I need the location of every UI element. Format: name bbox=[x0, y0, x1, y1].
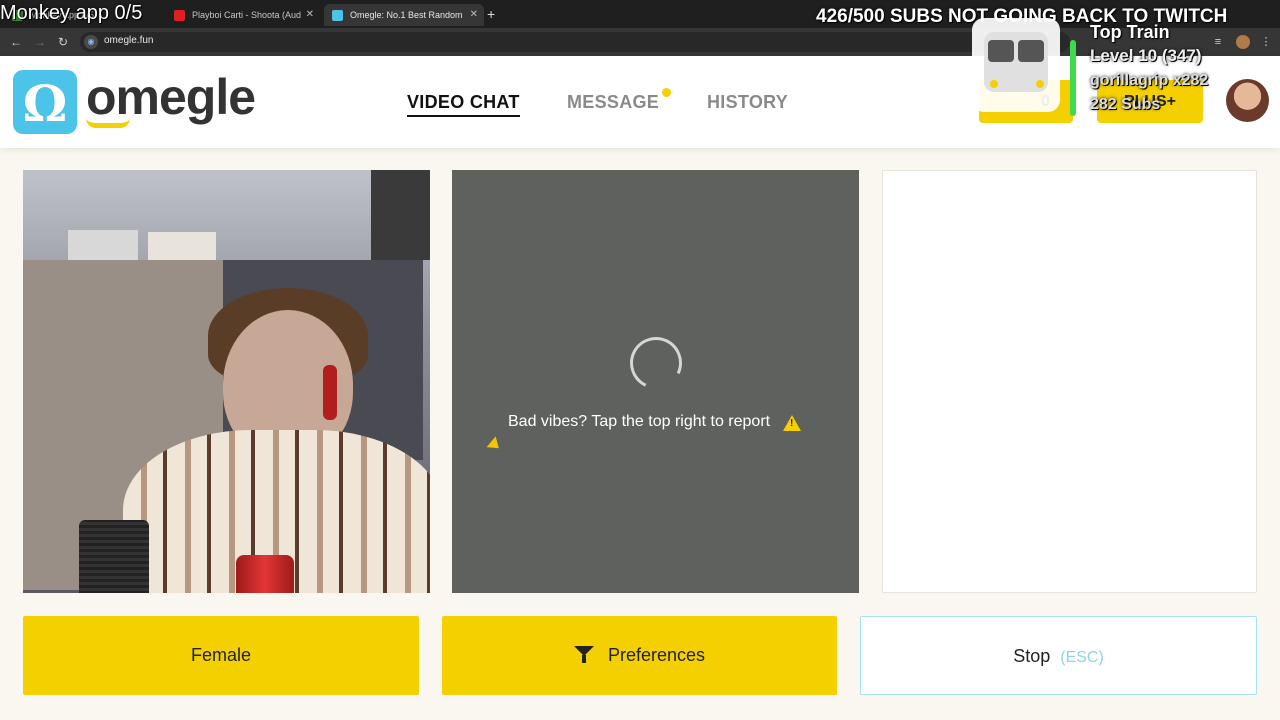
nav-history[interactable]: HISTORY bbox=[707, 92, 788, 113]
wall-poster bbox=[371, 170, 430, 260]
headphones bbox=[323, 365, 337, 420]
stop-button[interactable]: Stop (ESC) bbox=[860, 616, 1257, 695]
chat-panel[interactable] bbox=[882, 170, 1257, 593]
speaker bbox=[79, 520, 149, 593]
preferences-button[interactable]: Preferences bbox=[442, 616, 837, 695]
address-bar[interactable]: ◉ omegle.fun bbox=[80, 32, 1070, 52]
train-light bbox=[990, 80, 998, 88]
omega-symbol: Ω bbox=[22, 74, 68, 133]
filter-icon bbox=[573, 646, 594, 664]
train-light bbox=[1036, 80, 1044, 88]
forward-icon[interactable]: → bbox=[34, 34, 46, 50]
stream-overlay-counter: Monkey app 0/5 bbox=[0, 2, 143, 24]
reload-icon[interactable]: ↻ bbox=[58, 34, 68, 50]
train-title: Top Train bbox=[1090, 22, 1170, 42]
warning-icon: ! bbox=[783, 415, 801, 431]
train-window bbox=[1018, 40, 1044, 62]
back-icon[interactable]: ← bbox=[10, 34, 22, 50]
omegle-logo-icon[interactable]: Ω bbox=[13, 70, 77, 134]
warning-mark: ! bbox=[790, 418, 794, 429]
esc-shortcut-hint: (ESC) bbox=[1060, 649, 1104, 666]
logo-smile-decoration bbox=[86, 118, 130, 128]
train-level: Level 10 (347) bbox=[1090, 46, 1202, 65]
close-tab-icon[interactable]: ✕ bbox=[470, 4, 478, 26]
browser-toolbar: ← → ↻ ◉ omegle.fun ≡ ⋮ bbox=[0, 28, 1280, 56]
train-subs: 282 Subs bbox=[1090, 96, 1161, 113]
report-hint-text: Bad vibes? Tap the top right to report bbox=[508, 413, 771, 430]
gender-filter-button[interactable]: Female bbox=[23, 616, 419, 695]
stop-label: Stop bbox=[1013, 646, 1051, 666]
site-header: Ω omegle VIDEO CHAT MESSAGE HISTORY bbox=[0, 56, 1280, 148]
train-window bbox=[988, 40, 1014, 62]
menu-icon[interactable]: ⋮ bbox=[1260, 36, 1272, 48]
tab-label: Omegle: No.1 Best Random bbox=[350, 10, 463, 20]
tab-playboi-carti[interactable]: Playboi Carti - Shoota (Aud ✕ bbox=[166, 4, 320, 26]
extensions-icon[interactable]: ≡ bbox=[1212, 36, 1224, 48]
tab-label: Playboi Carti - Shoota (Aud bbox=[192, 10, 302, 20]
train-user: gorillagrip x282 bbox=[1090, 72, 1209, 89]
local-video-panel bbox=[23, 170, 430, 593]
tab-omegle[interactable]: Omegle: No.1 Best Random ✕ bbox=[324, 4, 484, 26]
nav-message[interactable]: MESSAGE bbox=[567, 92, 659, 113]
omegle-favicon-icon bbox=[332, 10, 343, 21]
new-tab-button[interactable]: + bbox=[487, 4, 495, 24]
browser-profile-avatar[interactable] bbox=[1236, 35, 1250, 49]
soda-can bbox=[236, 555, 294, 593]
url-text: omegle.fun bbox=[104, 35, 154, 46]
user-avatar[interactable] bbox=[1226, 79, 1269, 122]
youtube-icon bbox=[174, 10, 185, 21]
message-notification-dot bbox=[662, 88, 671, 97]
nav-video-chat[interactable]: VIDEO CHAT bbox=[407, 92, 520, 117]
site-info-icon[interactable]: ◉ bbox=[84, 35, 98, 49]
preferences-label: Preferences bbox=[607, 645, 706, 665]
close-tab-icon[interactable]: ✕ bbox=[306, 4, 314, 26]
train-progress-bar bbox=[1070, 40, 1076, 116]
